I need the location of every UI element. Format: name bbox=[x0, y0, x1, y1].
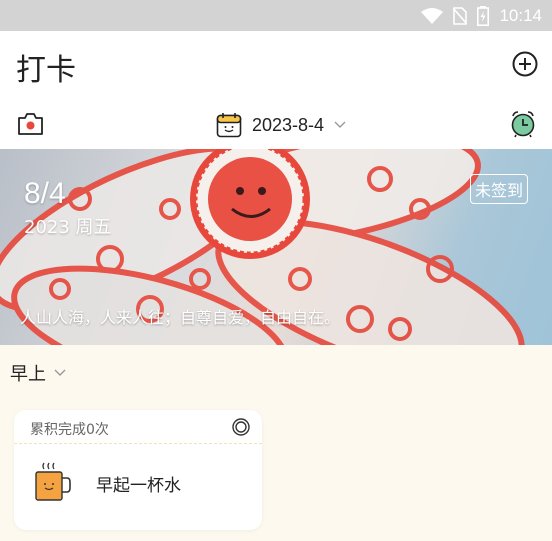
alarm-clock-icon[interactable] bbox=[510, 110, 536, 138]
date-picker[interactable]: 2023-8-4 bbox=[216, 109, 346, 141]
status-bar: 10:14 bbox=[0, 0, 552, 31]
selected-date: 2023-8-4 bbox=[252, 114, 325, 135]
calendar-icon bbox=[216, 113, 242, 138]
no-sim-icon bbox=[453, 6, 468, 25]
banner-year-weekday: 2023 周五 bbox=[24, 217, 112, 238]
date-toolbar: 2023-8-4 bbox=[0, 101, 552, 149]
page-title: 打卡 bbox=[16, 53, 76, 88]
time-section-selector[interactable]: 早上 bbox=[10, 360, 66, 386]
wifi-icon bbox=[421, 7, 444, 24]
chevron-down-icon bbox=[334, 121, 346, 128]
battery-icon bbox=[477, 5, 490, 26]
coffee-cup-icon bbox=[35, 462, 71, 501]
checkin-status-badge[interactable]: 未签到 bbox=[469, 174, 528, 204]
daily-banner: 8/4 2023 周五 未签到 人山人海，人来人往；自尊自爱，自由自在。 bbox=[0, 149, 552, 345]
habit-card[interactable]: 累积完成0次 早起一杯水 bbox=[14, 410, 262, 530]
app-header: 打卡 bbox=[0, 31, 552, 101]
status-time: 10:14 bbox=[499, 5, 542, 25]
completion-count: 累积完成0次 bbox=[30, 422, 109, 438]
section-label: 早上 bbox=[10, 364, 46, 385]
banner-day: 8/4 bbox=[24, 177, 66, 210]
card-divider bbox=[14, 443, 262, 444]
chevron-down-icon bbox=[54, 369, 66, 376]
habit-name: 早起一杯水 bbox=[96, 476, 181, 496]
status-icons: 10:14 bbox=[421, 0, 542, 31]
target-icon[interactable] bbox=[232, 418, 250, 436]
camera-icon[interactable] bbox=[17, 112, 44, 136]
daily-quote: 人山人海，人来人往；自尊自爱，自由自在。 bbox=[20, 308, 341, 327]
add-circle-icon[interactable] bbox=[512, 51, 538, 77]
